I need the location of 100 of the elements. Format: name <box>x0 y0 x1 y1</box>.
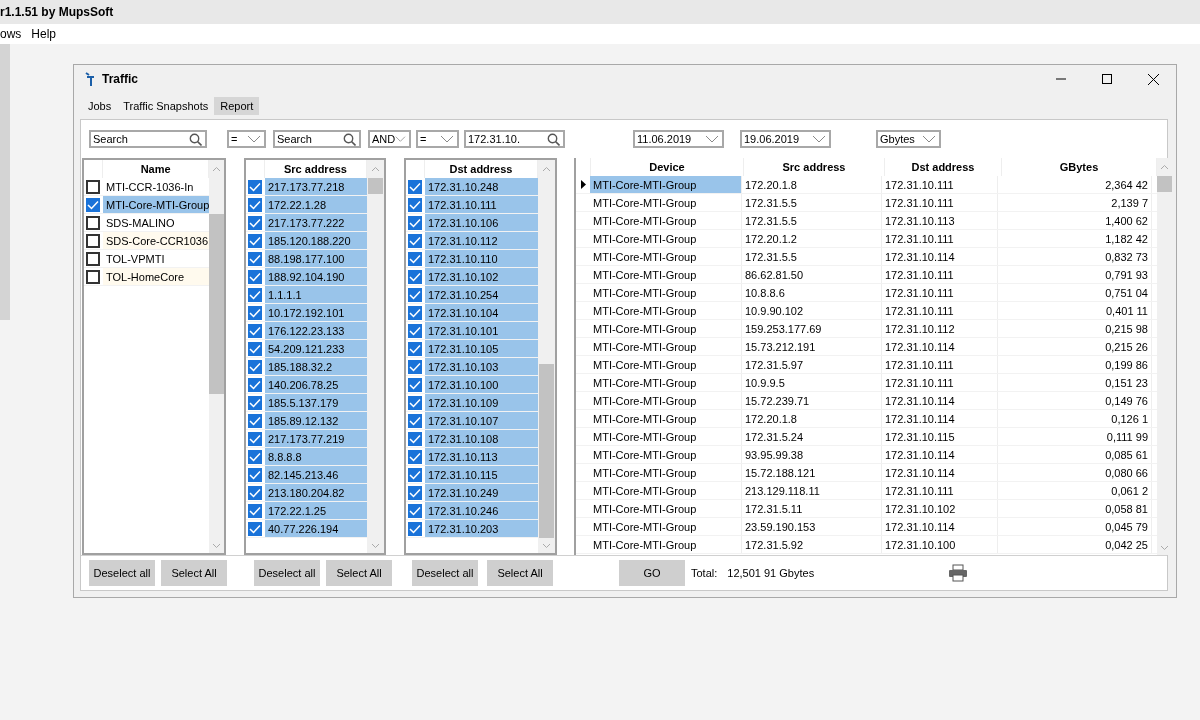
table-cell[interactable]: MTI-Core-MTI-Group <box>590 212 742 229</box>
list-item[interactable]: 140.206.78.25 <box>265 376 367 393</box>
table-cell[interactable]: MTI-Core-MTI-Group <box>590 536 742 553</box>
checkbox[interactable] <box>248 323 262 338</box>
table-cell[interactable]: MTI-Core-MTI-Group <box>590 428 742 445</box>
checkbox[interactable] <box>408 197 422 212</box>
scrollbar[interactable] <box>1157 158 1172 555</box>
checkbox[interactable] <box>408 179 422 194</box>
checkbox[interactable] <box>248 269 262 284</box>
select-all-button[interactable]: Select All <box>161 560 227 586</box>
list-item[interactable]: 172.31.10.249 <box>425 484 538 501</box>
table-cell[interactable]: MTI-Core-MTI-Group <box>590 230 742 247</box>
table-cell[interactable]: MTI-Core-MTI-Group <box>590 482 742 499</box>
scrollbar[interactable] <box>538 160 555 553</box>
checkbox[interactable] <box>408 485 422 500</box>
checkbox[interactable] <box>408 251 422 266</box>
date-picker[interactable]: 19.06.2019 <box>740 130 831 148</box>
checkbox[interactable] <box>408 305 422 320</box>
list-item[interactable]: 172.31.10.107 <box>425 412 538 429</box>
scrollbar[interactable] <box>367 160 384 553</box>
table-cell[interactable]: MTI-Core-MTI-Group <box>590 410 742 427</box>
checkbox[interactable] <box>248 395 262 410</box>
list-item[interactable]: 172.31.10.248 <box>425 178 538 195</box>
list-item[interactable]: 172.31.10.110 <box>425 250 538 267</box>
table-cell[interactable]: MTI-Core-MTI-Group <box>590 338 742 355</box>
checkbox[interactable] <box>248 251 262 266</box>
print-icon[interactable] <box>948 564 969 582</box>
operator-dropdown[interactable]: = <box>227 130 266 148</box>
table-cell[interactable]: MTI-Core-MTI-Group <box>590 248 742 265</box>
list-item[interactable]: 172.22.1.25 <box>265 502 367 519</box>
list-item[interactable]: 8.8.8.8 <box>265 448 367 465</box>
table-cell[interactable]: MTI-Core-MTI-Group <box>590 374 742 391</box>
checkbox[interactable] <box>248 431 262 446</box>
table-cell[interactable]: MTI-Core-MTI-Group <box>590 194 742 211</box>
checkbox[interactable] <box>408 413 422 428</box>
list-item[interactable]: 188.92.104.190 <box>265 268 367 285</box>
checkbox[interactable] <box>408 449 422 464</box>
table-cell[interactable]: MTI-Core-MTI-Group <box>590 356 742 373</box>
operator-dropdown[interactable]: = <box>416 130 459 148</box>
menu-item[interactable]: Help <box>31 27 57 41</box>
list-item[interactable]: 172.31.10.100 <box>425 376 538 393</box>
list-item[interactable]: 172.31.10.101 <box>425 322 538 339</box>
checkbox[interactable] <box>86 251 100 266</box>
checkbox[interactable] <box>248 197 262 212</box>
checkbox[interactable] <box>248 377 262 392</box>
deselect-all-button[interactable]: Deselect all <box>89 560 155 586</box>
checkbox[interactable] <box>248 467 262 482</box>
checkbox[interactable] <box>248 449 262 464</box>
list-item[interactable]: 176.122.23.133 <box>265 322 367 339</box>
list-item[interactable]: 54.209.121.233 <box>265 340 367 357</box>
tab[interactable]: Jobs <box>82 97 118 115</box>
list-item[interactable]: 172.31.10.102 <box>425 268 538 285</box>
checkbox[interactable] <box>408 215 422 230</box>
checkbox[interactable] <box>86 269 100 284</box>
checkbox[interactable] <box>408 503 422 518</box>
table-cell[interactable]: MTI-Core-MTI-Group <box>590 302 742 319</box>
scrollbar-thumb[interactable] <box>1157 176 1172 192</box>
deselect-all-button[interactable]: Deselect all <box>412 560 478 586</box>
checkbox[interactable] <box>408 359 422 374</box>
checkbox[interactable] <box>86 233 100 248</box>
deselect-all-button[interactable]: Deselect all <box>254 560 320 586</box>
table-cell[interactable]: MTI-Core-MTI-Group <box>590 392 742 409</box>
list-item[interactable]: 10.172.192.101 <box>265 304 367 321</box>
table-cell[interactable]: MTI-Core-MTI-Group <box>590 266 742 283</box>
tab[interactable]: Report <box>214 97 260 115</box>
scrollbar-thumb[interactable] <box>368 178 383 194</box>
unit-dropdown[interactable]: Gbytes <box>876 130 941 148</box>
table-cell[interactable]: MTI-Core-MTI-Group <box>590 446 742 463</box>
go-button[interactable]: GO <box>619 560 685 586</box>
list-item[interactable]: 217.173.77.218 <box>265 178 367 195</box>
checkbox[interactable] <box>408 233 422 248</box>
checkbox[interactable] <box>408 287 422 302</box>
checkbox[interactable] <box>248 503 262 518</box>
table-cell[interactable]: MTI-Core-MTI-Group <box>590 464 742 481</box>
search-field[interactable]: 172.31.10. <box>464 130 565 148</box>
list-item[interactable]: 88.198.177.100 <box>265 250 367 267</box>
list-item[interactable]: 172.31.10.105 <box>425 340 538 357</box>
list-item[interactable]: 172.31.10.109 <box>425 394 538 411</box>
list-item[interactable]: 172.31.10.254 <box>425 286 538 303</box>
list-item[interactable]: 172.31.10.104 <box>425 304 538 321</box>
select-all-button[interactable]: Select All <box>487 560 553 586</box>
list-item[interactable]: 217.173.77.219 <box>265 430 367 447</box>
checkbox[interactable] <box>248 179 262 194</box>
checkbox[interactable] <box>248 287 262 302</box>
checkbox[interactable] <box>248 413 262 428</box>
select-all-button[interactable]: Select All <box>326 560 392 586</box>
list-item[interactable]: 172.31.10.111 <box>425 196 538 213</box>
list-item[interactable]: 40.77.226.194 <box>265 520 367 537</box>
list-item[interactable]: TOL-HomeCore <box>103 268 210 285</box>
checkbox[interactable] <box>408 323 422 338</box>
list-item[interactable]: 1.1.1.1 <box>265 286 367 303</box>
list-item[interactable]: 217.173.77.222 <box>265 214 367 231</box>
list-item[interactable]: 172.22.1.28 <box>265 196 367 213</box>
table-cell[interactable]: MTI-Core-MTI-Group <box>590 320 742 337</box>
table-cell[interactable]: MTI-Core-MTI-Group <box>590 500 742 517</box>
checkbox[interactable] <box>248 341 262 356</box>
list-item[interactable]: 82.145.213.46 <box>265 466 367 483</box>
checkbox[interactable] <box>408 395 422 410</box>
list-item[interactable]: 185.5.137.179 <box>265 394 367 411</box>
list-item[interactable]: 213.180.204.82 <box>265 484 367 501</box>
